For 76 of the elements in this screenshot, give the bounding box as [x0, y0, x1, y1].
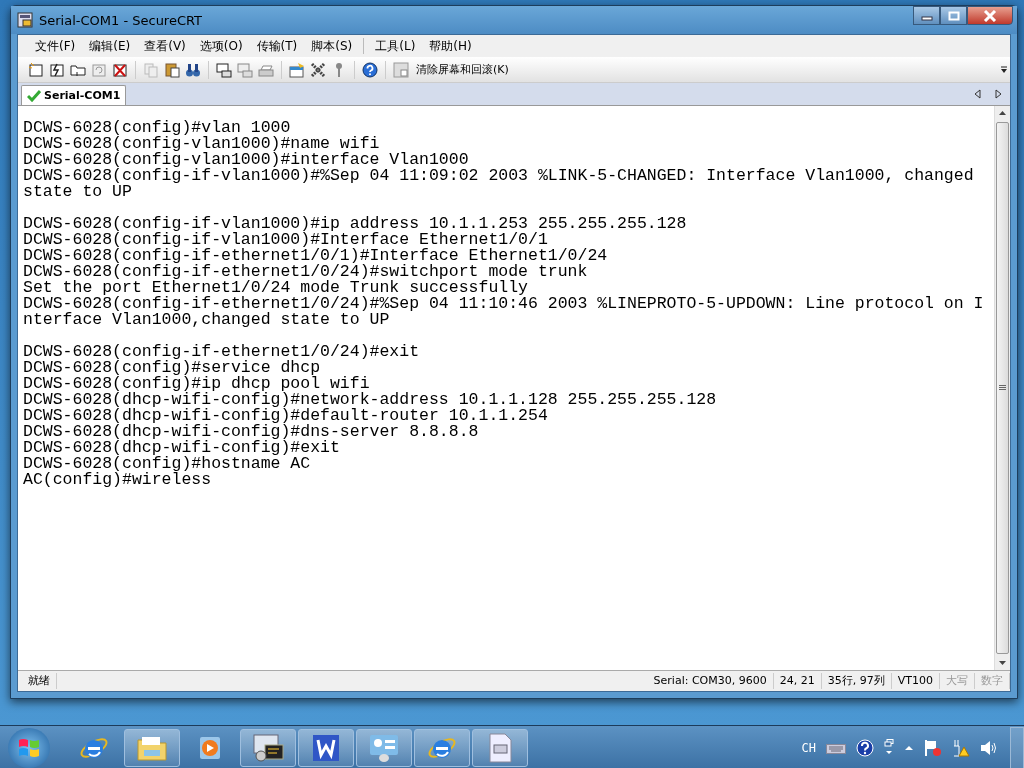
print-screen-icon[interactable] — [216, 61, 232, 78]
browser-taskbar-icon[interactable] — [414, 728, 470, 767]
tools-icon[interactable] — [310, 61, 326, 78]
status-text: 就绪 — [22, 673, 57, 689]
menu-item[interactable]: 脚本(S) — [304, 35, 360, 57]
scroll-left-icon[interactable] — [974, 89, 982, 99]
toolbar-overflow-icon[interactable] — [1000, 64, 1008, 75]
terminal-line: Set the port Ethernet1/0/24 mode Trunk successfully — [23, 280, 529, 296]
terminal-line: DCWS-6028(config-if-ethernet1/0/24)#switchport mode trunk — [23, 264, 589, 280]
clear-screen-icon[interactable] — [393, 61, 409, 78]
close-icon — [983, 9, 997, 22]
menu-item[interactable]: 文件(F) — [28, 35, 83, 57]
status-text: Serial: COM30, 9600 — [647, 673, 774, 689]
terminal-line: state to UP — [23, 184, 132, 200]
terminal-line: DCWS-6028(config-if-ethernet1/0/1)#Interface Ethernet1/0/24 — [23, 248, 609, 264]
terminal-line: DCWS-6028(config-if-ethernet1/0/24)#%Sep 04 11:10:46 2003 %LINEPROTO-5-UPDOWN: Line protocol on I — [23, 296, 985, 312]
terminal-line: DCWS-6028(config-if-ethernet1/0/24)#exit — [23, 344, 421, 360]
keyboard-icon[interactable] — [826, 741, 846, 754]
session-tab[interactable]: Serial-COM1 — [21, 85, 127, 105]
folder-taskbar-icon[interactable] — [124, 728, 180, 767]
grip-icon[interactable] — [999, 385, 1006, 391]
terminal-line: DCWS-6028(config)#ip dhcp pool wifi — [23, 376, 370, 392]
terminal-line: DCWS-6028(config)#vlan 1000 — [23, 120, 291, 136]
terminal-line: DCWS-6028(config-vlan1000)#interface Vlan1000 — [23, 152, 470, 168]
quick-connect-icon[interactable] — [49, 61, 65, 78]
close-button[interactable] — [967, 6, 1013, 25]
terminal-line: nterface Vlan1000,changed state to UP — [23, 312, 390, 328]
control-panel-taskbar-icon[interactable] — [356, 728, 412, 767]
print-selection-icon[interactable] — [237, 61, 253, 78]
terminal-line: DCWS-6028(config)#hostname AC — [23, 456, 311, 472]
status-text: 35行, 97列 — [821, 673, 892, 689]
terminal-line: DCWS-6028(config-if-vlan1000)#ip address 10.1.1.253 255.255.255.128 — [23, 216, 688, 232]
status-text: 24, 21 — [773, 673, 822, 689]
vertical-scrollbar[interactable] — [994, 106, 1010, 670]
start-button[interactable] — [8, 727, 50, 768]
disconnect-icon[interactable] — [112, 61, 128, 78]
terminal-line: DCWS-6028(config-if-vlan1000)#Interface Ethernet1/0/1 — [23, 232, 548, 248]
paste-icon[interactable] — [164, 61, 180, 78]
binoculars-icon[interactable] — [185, 61, 201, 78]
properties-icon[interactable] — [289, 61, 305, 78]
menu-item[interactable]: 查看(V) — [137, 35, 193, 57]
terminal-line: DCWS-6028(dhcp-wifi-config)#dns-server 8.8.8.8 — [23, 424, 480, 440]
flag-icon[interactable] — [924, 738, 942, 757]
minimize-button[interactable] — [913, 6, 940, 25]
document-taskbar-icon[interactable] — [472, 728, 528, 767]
network-warning-icon[interactable] — [952, 738, 970, 757]
terminal-line: DCWS-6028(dhcp-wifi-config)#network-address 10.1.1.128 255.255.255.128 — [23, 392, 718, 408]
language-bar-icon[interactable] — [884, 738, 894, 757]
connect-icon[interactable] — [28, 61, 44, 78]
terminal-line: DCWS-6028(dhcp-wifi-config)#exit — [23, 440, 340, 456]
maximize-button[interactable] — [940, 6, 967, 25]
show-hidden-icons-icon[interactable] — [904, 744, 914, 751]
menu-item[interactable]: 工具(L) — [368, 35, 423, 57]
status-text: 大写 — [940, 673, 975, 689]
terminal-line: DCWS-6028(config)#service dhcp — [23, 360, 321, 376]
menu-item[interactable]: 传输(T) — [249, 35, 305, 57]
window-title: Serial-COM1 - SecureCRT — [39, 12, 204, 28]
speaker-icon[interactable] — [980, 739, 998, 756]
terminal-line: DCWS-6028(config-vlan1000)#name wifi — [23, 136, 381, 152]
menu-item[interactable]: 选项(O) — [192, 35, 250, 57]
word-processor-taskbar-icon[interactable] — [298, 728, 354, 767]
scroll-right-icon[interactable] — [994, 89, 1002, 99]
clear-screen-button[interactable]: 清除屏幕和回滚(K) — [414, 62, 511, 77]
terminal-taskbar-icon[interactable] — [240, 728, 296, 767]
help-icon[interactable] — [362, 61, 378, 78]
window-icon — [17, 12, 33, 28]
menu-item[interactable]: 帮助(H) — [422, 35, 479, 57]
input-language-indicator[interactable]: CH — [801, 740, 816, 755]
four-pane-logo-icon — [17, 736, 41, 759]
terminal-line: DCWS-6028(dhcp-wifi-config)#default-router 10.1.1.254 — [23, 408, 549, 424]
maximize-icon — [947, 10, 960, 21]
terminal-line: DCWS-6028(config-if-vlan1000)#%Sep 04 11:09:02 2003 %LINK-5-CHANGED: Interface Vlan1000, changed — [23, 168, 975, 184]
status-text: VT100 — [891, 673, 940, 689]
terminal-line: AC(config)#wireless — [23, 472, 212, 488]
menu-item[interactable]: 编辑(E) — [82, 35, 138, 57]
status-text: 数字 — [975, 673, 1010, 689]
